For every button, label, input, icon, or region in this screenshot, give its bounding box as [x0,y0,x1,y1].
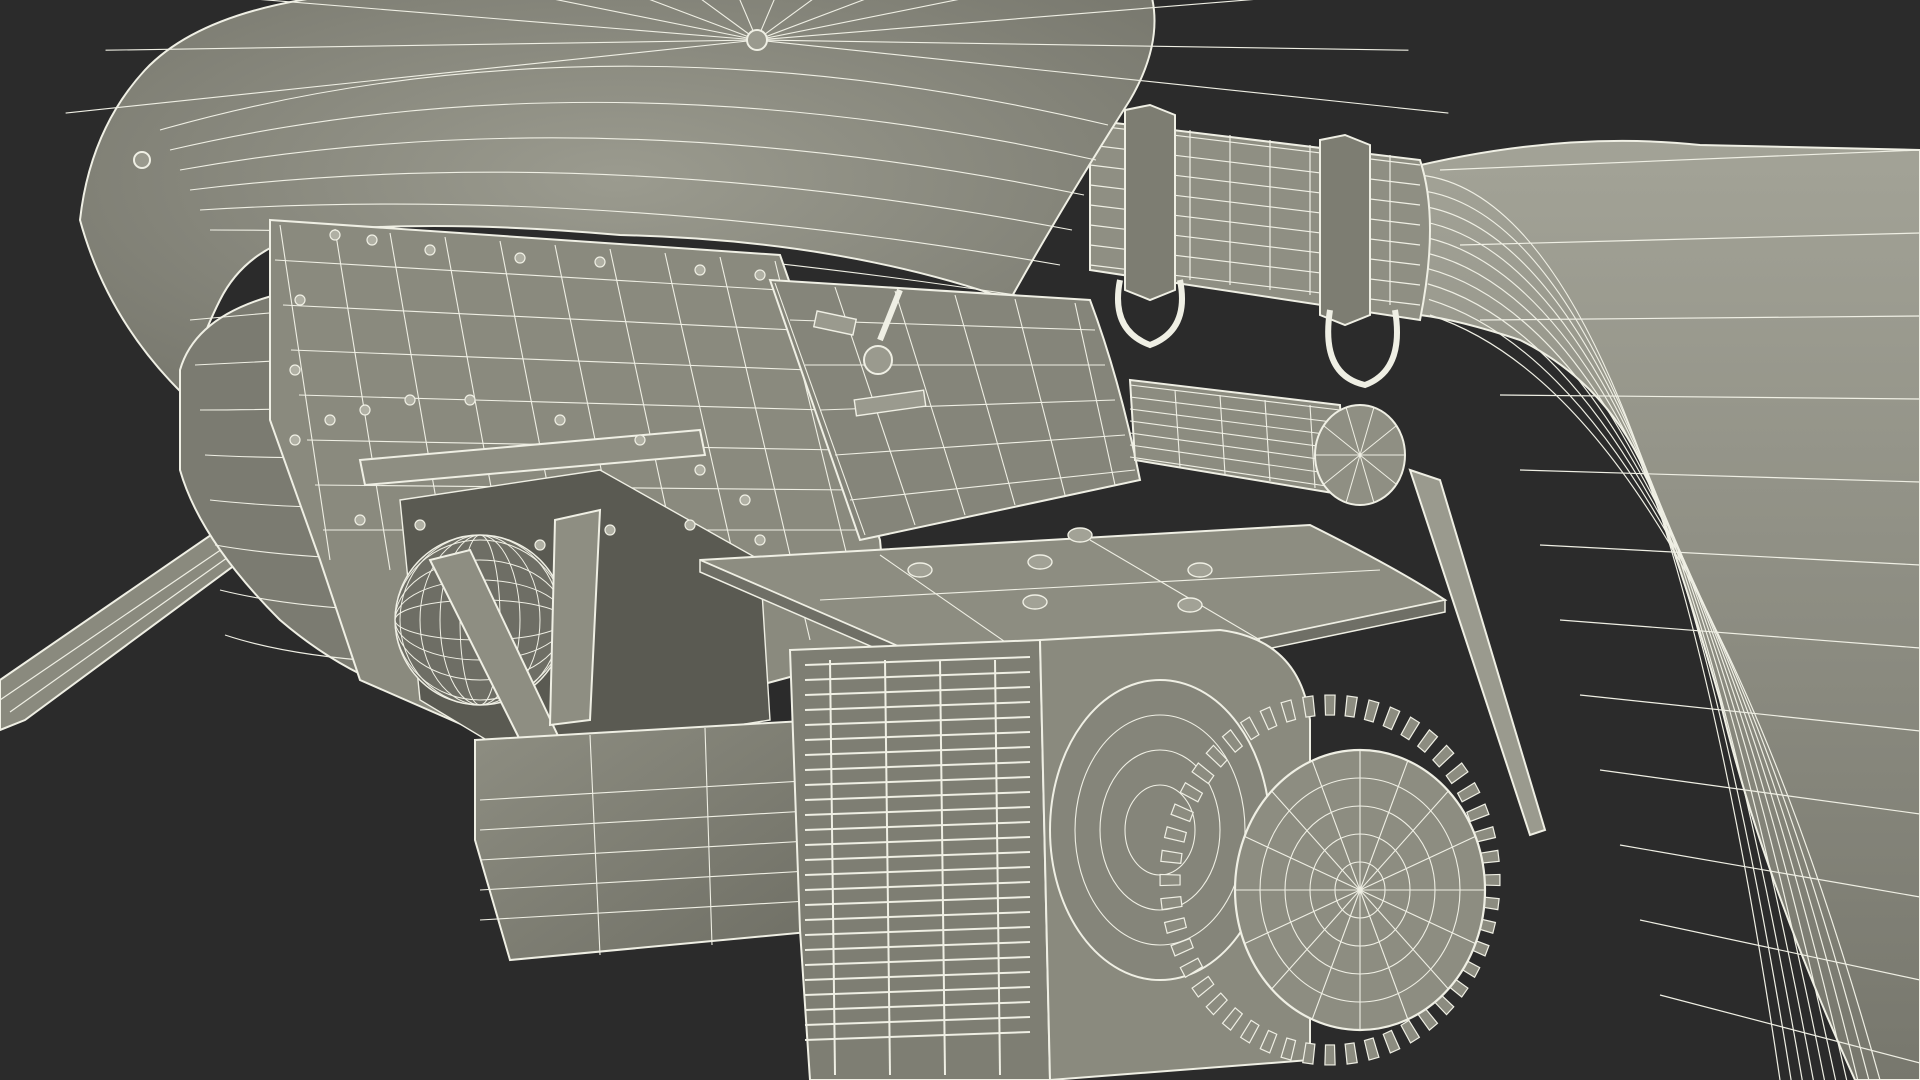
gear-tooth [1416,729,1439,754]
gear-tooth [1382,706,1401,731]
gear-tooth [1344,695,1358,718]
gear-tooth [1324,694,1336,716]
rivet [404,394,416,406]
rivet [514,252,526,264]
tray-bolt [1027,554,1053,570]
rivet [684,519,696,531]
dome-pivot [746,29,768,51]
rivet [294,294,306,306]
rivet [739,494,751,506]
rivet [554,414,566,426]
gear-tooth [1363,1037,1380,1061]
battery-box [474,718,832,962]
gear-tooth [1432,744,1455,768]
motor-flange [1049,679,1271,981]
rivet [464,394,476,406]
gear-tooth [1382,1029,1401,1054]
collar-ring [1124,103,1176,302]
rivet [324,414,336,426]
rivet [694,464,706,476]
tray-bolt [1187,562,1213,578]
gear-tooth [1344,1042,1358,1065]
render-viewport [0,0,1920,1080]
gear-tooth [1400,1019,1421,1044]
rivet [634,434,646,446]
gear-tooth [1445,762,1469,785]
rivet [329,229,341,241]
gear-tooth [1456,781,1481,803]
rivet [366,234,378,246]
rivet [694,264,706,276]
gear-tooth [1400,716,1421,741]
rivet [754,534,766,546]
rivet [289,434,301,446]
rivet [359,404,371,416]
rivet [289,364,301,376]
gear-tooth [1324,1044,1336,1066]
toggle-base [863,345,893,375]
rivet [534,539,546,551]
tray-bolt [1067,527,1093,543]
rivet [754,269,766,281]
motor-assembly [788,628,1501,1080]
tray-bolt [907,562,933,578]
boom-tube [1089,103,1431,389]
rivet [604,524,616,536]
gear-tooth [1159,873,1181,887]
tray-bolt [1022,594,1048,610]
rivet [594,256,606,268]
dome-pivot [133,151,151,169]
rivet [414,519,426,531]
rivet [354,514,366,526]
tray-bolt [1177,597,1203,613]
gear-tooth [1466,803,1490,823]
gear-tooth [1363,699,1380,723]
collar-ring [1319,133,1371,327]
rivet [424,244,436,256]
wireframe-scene [0,0,1920,1080]
